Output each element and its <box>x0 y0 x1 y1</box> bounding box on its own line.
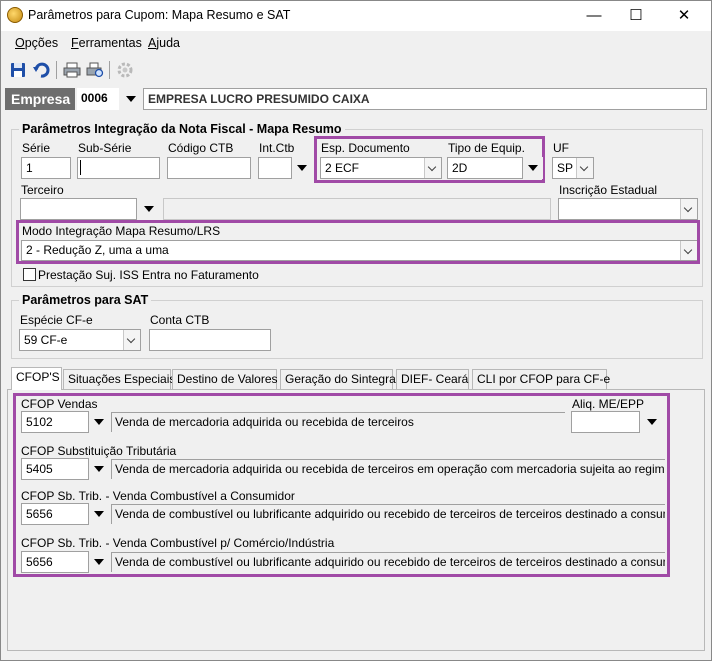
sat-title: Parâmetros para SAT <box>19 293 152 307</box>
tipo-equip-field[interactable]: 2D <box>447 157 523 179</box>
toolbar <box>1 57 711 85</box>
minimize-button[interactable]: — <box>571 1 617 31</box>
empresa-name-field: EMPRESA LUCRO PRESUMIDO CAIXA <box>143 88 707 110</box>
mapa-resumo-title: Parâmetros Integração da Nota Fiscal - M… <box>19 122 345 136</box>
inscricao-estadual-dropdown-icon[interactable] <box>680 199 697 219</box>
cfop-comb-consumidor-field[interactable]: 5656 <box>21 503 89 525</box>
cfop-vendas-description: Venda de mercadoria adquirida ou recebid… <box>111 412 565 432</box>
cfop-comb-comercio-dropdown-button[interactable] <box>89 551 109 573</box>
terceiro-field[interactable] <box>20 198 137 220</box>
empresa-dropdown-button[interactable] <box>121 88 141 110</box>
tipo-equip-label: Tipo de Equip. <box>448 141 525 155</box>
cfop-comb-consumidor-dropdown-button[interactable] <box>89 503 109 525</box>
prestacao-iss-label: Prestação Suj. ISS Entra no Faturamento <box>38 268 259 282</box>
title-bar: Parâmetros para Cupom: Mapa Resumo e SAT… <box>1 1 711 31</box>
tipo-equip-dropdown-button[interactable] <box>523 157 543 179</box>
especie-cfe-label: Espécie CF-e <box>20 313 93 327</box>
menu-ajuda[interactable]: Ajuda <box>148 36 180 50</box>
cfop-subst-trib-dropdown-button[interactable] <box>89 458 109 480</box>
modo-integracao-select[interactable]: 2 - Redução Z, uma a uma <box>21 240 697 261</box>
terceiro-dropdown-button[interactable] <box>139 198 159 220</box>
empresa-code-field[interactable]: 0006 <box>77 88 119 110</box>
cfop-subst-trib-field[interactable]: 5405 <box>21 458 89 480</box>
uf-label: UF <box>553 141 569 155</box>
cfop-vendas-field[interactable]: 5102 <box>21 411 89 433</box>
uf-dropdown-icon[interactable] <box>576 158 593 178</box>
cfop-subst-trib-description: Venda de mercadoria adquirida ou recebid… <box>111 459 665 479</box>
close-button[interactable]: ✕ <box>661 1 707 31</box>
codigo-ctb-label: Código CTB <box>168 141 234 155</box>
menu-opcoes[interactable]: Opções <box>15 36 58 50</box>
text-cursor <box>80 160 81 175</box>
especie-cfe-dropdown-icon[interactable] <box>123 330 140 350</box>
modo-integracao-label: Modo Integração Mapa Resumo/LRS <box>22 224 221 238</box>
maximize-button[interactable]: ☐ <box>613 1 659 31</box>
cfop-comb-consumidor-label: CFOP Sb. Trib. - Venda Combustível a Con… <box>21 489 295 503</box>
terceiro-label: Terceiro <box>21 183 64 197</box>
cfop-vendas-dropdown-button[interactable] <box>89 411 109 433</box>
cfop-comb-comercio-description: Venda de combustível ou lubrificante adq… <box>111 552 665 572</box>
terceiro-name-field <box>163 198 551 220</box>
prestacao-iss-checkbox[interactable] <box>23 268 36 281</box>
tab-destino-de-valores[interactable]: Destino de Valores <box>172 369 278 389</box>
cfop-comb-comercio-field[interactable]: 5656 <box>21 551 89 573</box>
int-ctb-dropdown-button[interactable] <box>292 157 312 179</box>
sub-serie-field[interactable] <box>77 157 160 179</box>
main-window: Parâmetros para Cupom: Mapa Resumo e SAT… <box>0 0 712 661</box>
aliq-me-epp-label: Aliq. ME/EPP <box>572 397 645 411</box>
toolbar-separator <box>109 61 110 79</box>
menu-ferramentas[interactable]: Ferramentas <box>71 36 142 50</box>
tab-geracao-do-sintegra[interactable]: Geração do Sintegra <box>280 369 396 389</box>
window-title: Parâmetros para Cupom: Mapa Resumo e SAT <box>28 8 291 22</box>
esp-documento-dropdown-icon[interactable] <box>424 158 441 178</box>
toolbar-separator <box>56 61 57 79</box>
modo-integracao-dropdown-icon[interactable] <box>680 241 697 260</box>
tab-cli-por-cfop[interactable]: CLI por CFOP para CF-e <box>472 369 610 389</box>
sub-serie-label: Sub-Série <box>78 141 132 155</box>
conta-ctb-label: Conta CTB <box>150 313 210 327</box>
aliq-me-epp-field[interactable] <box>571 411 640 433</box>
tab-cfops[interactable]: CFOP'S <box>11 367 62 390</box>
cfop-subst-trib-label: CFOP Substituição Tributária <box>21 444 177 458</box>
serie-field[interactable]: 1 <box>21 157 71 179</box>
tab-dief-ceara[interactable]: DIEF- Ceará <box>396 369 469 389</box>
empresa-label: Empresa <box>5 88 75 110</box>
int-ctb-field[interactable] <box>258 157 292 179</box>
cfop-comb-comercio-label: CFOP Sb. Trib. - Venda Combustível p/ Co… <box>21 536 335 550</box>
print-icon[interactable] <box>63 61 81 79</box>
codigo-ctb-field[interactable] <box>167 157 251 179</box>
cfop-vendas-label: CFOP Vendas <box>21 397 98 411</box>
print-preview-icon[interactable] <box>86 61 104 79</box>
int-ctb-label: Int.Ctb <box>259 141 295 155</box>
menu-bar: Opções Ferramentas Ajuda <box>1 32 711 54</box>
cfop-comb-consumidor-description: Venda de combustível ou lubrificante adq… <box>111 504 665 524</box>
esp-documento-label: Esp. Documento <box>321 141 410 155</box>
app-icon <box>7 7 23 23</box>
tab-situacoes-especiais[interactable]: Situações Especiais <box>63 369 175 389</box>
inscricao-estadual-label: Inscrição Estadual <box>559 183 658 197</box>
aliq-me-epp-dropdown-button[interactable] <box>642 411 662 433</box>
undo-icon[interactable] <box>32 61 50 79</box>
conta-ctb-field[interactable] <box>149 329 271 351</box>
serie-label: Série <box>22 141 51 155</box>
settings-gear-icon <box>117 62 133 78</box>
inscricao-estadual-select[interactable] <box>558 198 698 220</box>
save-icon[interactable] <box>9 61 27 79</box>
